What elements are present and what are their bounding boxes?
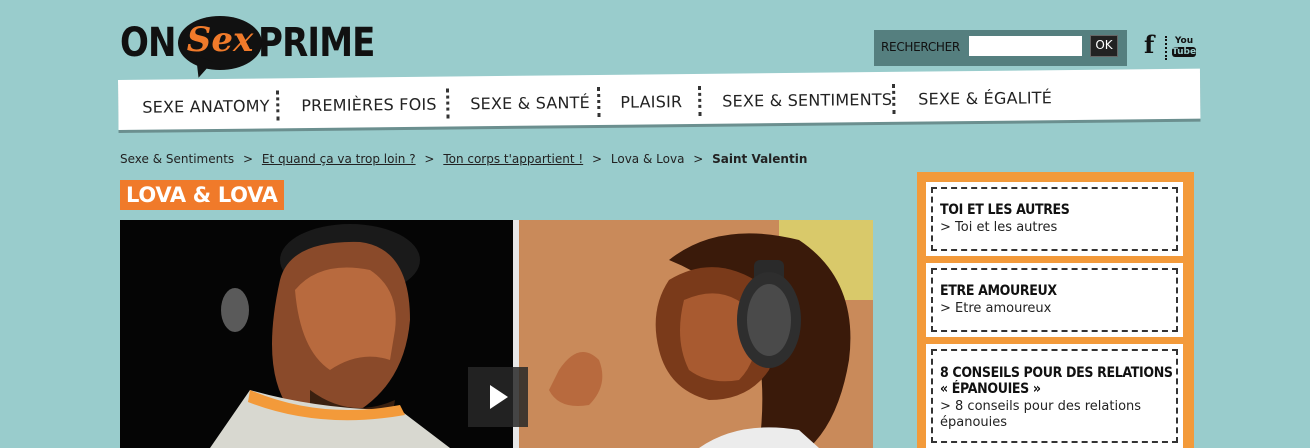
card-dashed-border — [931, 268, 1178, 332]
search-input[interactable] — [969, 36, 1082, 56]
card-dashed-border — [931, 187, 1178, 251]
social-divider — [1165, 36, 1169, 60]
video-thumbnail-left — [120, 220, 513, 448]
nav-item-sexe-sentiments[interactable]: SEXE & SENTIMENTS — [722, 90, 892, 111]
nav-item-sexe-egalite[interactable]: SEXE & ÉGALITÉ — [918, 88, 1052, 108]
card-title: TOI ET LES AUTRES — [940, 202, 1070, 218]
breadcrumb-link-trop-loin[interactable]: Et quand ça va trop loin ? — [262, 152, 416, 166]
search-ok-button[interactable]: OK — [1090, 35, 1118, 57]
card-title: ETRE AMOUREUX — [940, 283, 1057, 299]
illustration-woman — [519, 220, 873, 448]
sidebar-card-8-conseils[interactable]: 8 CONSEILS POUR DES RELATIONS « ÉPANOUIE… — [926, 344, 1183, 448]
logo-text-prime: PRIME — [258, 20, 375, 66]
card-link-line2[interactable]: épanouies — [940, 415, 1007, 431]
card-link[interactable]: > Toi et les autres — [940, 220, 1057, 236]
facebook-icon[interactable]: f — [1144, 30, 1154, 59]
logo-text-sex: Sex — [186, 20, 254, 60]
search-form: RECHERCHER OK — [874, 30, 1127, 66]
play-icon — [490, 385, 508, 409]
nav-item-premieres-fois[interactable]: PREMIÈRES FOIS — [301, 95, 437, 115]
logo-text-on: ON — [120, 20, 177, 66]
breadcrumb-separator: > — [693, 152, 704, 166]
video-thumbnail-right — [519, 220, 873, 448]
nav-separator — [597, 86, 601, 117]
breadcrumb-item-sexe-sentiments[interactable]: Sexe & Sentiments — [120, 152, 234, 166]
breadcrumb-link-ton-corps[interactable]: Ton corps t'appartient ! — [443, 152, 583, 166]
play-button[interactable] — [468, 367, 528, 427]
nav-item-plaisir[interactable]: PLAISIR — [620, 92, 682, 112]
illustration-man — [210, 224, 450, 448]
page-title: LOVA & LOVA — [120, 180, 284, 210]
card-link[interactable]: > Etre amoureux — [940, 301, 1051, 317]
breadcrumb-separator: > — [592, 152, 603, 166]
nav-separator — [892, 83, 896, 114]
card-link-line1[interactable]: > 8 conseils pour des relations — [940, 399, 1141, 415]
nav-separator — [276, 90, 280, 121]
youtube-icon-you: You — [1174, 36, 1194, 46]
sidebar: TOI ET LES AUTRES > Toi et les autres ET… — [917, 172, 1194, 448]
nav-item-sexe-sante[interactable]: SEXE & SANTÉ — [470, 93, 590, 113]
site-logo[interactable]: ON Sex PRIME — [120, 14, 375, 81]
breadcrumb-separator: > — [424, 152, 435, 166]
card-title-line1: 8 CONSEILS POUR DES RELATIONS — [940, 365, 1173, 381]
sidebar-card-etre-amoureux[interactable]: ETRE AMOUREUX > Etre amoureux — [926, 263, 1183, 337]
breadcrumb-current: Saint Valentin — [712, 152, 808, 166]
breadcrumb-item-lova[interactable]: Lova & Lova — [611, 152, 685, 166]
youtube-icon[interactable]: You Tube — [1172, 36, 1196, 60]
nav-separator — [698, 85, 702, 116]
breadcrumb-separator: > — [243, 152, 254, 166]
main-nav: SEXE ANATOMY PREMIÈRES FOIS SEXE & SANTÉ… — [118, 68, 1201, 130]
sidebar-card-toi-et-les-autres[interactable]: TOI ET LES AUTRES > Toi et les autres — [926, 182, 1183, 256]
youtube-icon-tube: Tube — [1172, 47, 1197, 57]
video-player[interactable] — [120, 220, 873, 448]
search-label: RECHERCHER — [881, 40, 960, 54]
nav-item-sexe-anatomy[interactable]: SEXE ANATOMY — [142, 96, 270, 116]
breadcrumb: Sexe & Sentiments > Et quand ça va trop … — [120, 152, 807, 166]
card-title-line2: « ÉPANOUIES » — [940, 381, 1041, 397]
nav-separator — [446, 88, 450, 119]
